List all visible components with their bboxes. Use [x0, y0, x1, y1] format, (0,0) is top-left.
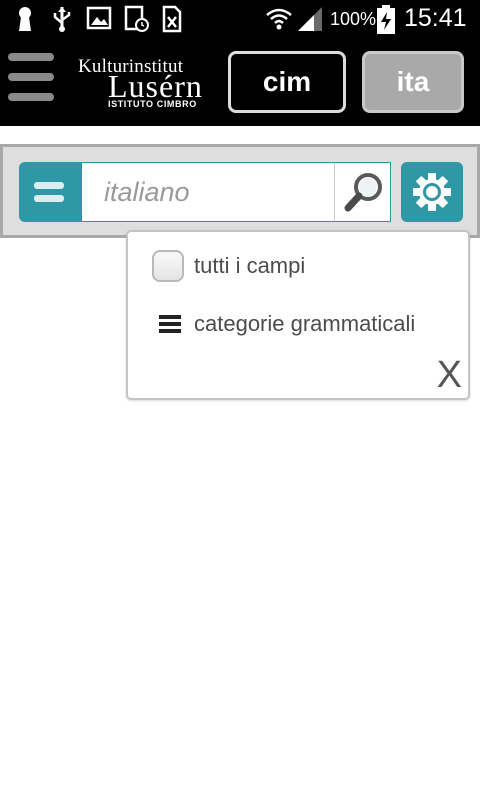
close-dropdown-button[interactable]: X: [437, 356, 462, 394]
list-icon: [159, 315, 181, 333]
lock-icon: [19, 7, 31, 31]
option-grammatical-categories-label: categorie grammaticali: [194, 311, 416, 336]
no-sim-icon: [162, 5, 182, 33]
search-input[interactable]: [82, 163, 334, 221]
settings-button[interactable]: [401, 162, 463, 222]
search-button[interactable]: [338, 165, 388, 219]
lang-cim-button[interactable]: cim: [228, 51, 346, 113]
battery-percent: 100%: [330, 9, 377, 29]
app-header: Kulturinstitut Lusérn ISTITUTO CIMBRO ci…: [0, 38, 480, 126]
search-box: [81, 162, 391, 222]
usb-icon: [53, 7, 71, 32]
wifi-icon: [266, 8, 292, 30]
gallery-icon: [86, 6, 112, 30]
lang-ita-button[interactable]: ita: [362, 51, 464, 113]
search-options-dropdown: tutti i campi categorie grammaticali X: [126, 230, 470, 400]
option-grammatical-categories[interactable]: categorie grammaticali: [158, 302, 458, 346]
clock-time: 15:41: [404, 4, 467, 32]
status-bar: 100% 15:41: [0, 0, 480, 38]
kulturinstitut-logo: Kulturinstitut Lusérn ISTITUTO CIMBRO: [78, 56, 224, 112]
logo-line-3: ISTITUTO CIMBRO: [108, 99, 197, 109]
signal-icon: [298, 7, 322, 31]
checkbox-icon[interactable]: [152, 250, 184, 282]
battery-charging-icon: [377, 5, 395, 34]
search-divider: [334, 163, 335, 221]
field-list-button[interactable]: [19, 162, 81, 222]
search-panel: [0, 144, 480, 238]
option-all-fields-label: tutti i campi: [194, 253, 306, 278]
gear-icon: [413, 173, 451, 211]
option-all-fields[interactable]: tutti i campi: [152, 244, 452, 288]
magnifier-icon: [344, 173, 382, 212]
menu-button[interactable]: [8, 53, 54, 103]
sim-schedule-icon: [124, 5, 149, 32]
